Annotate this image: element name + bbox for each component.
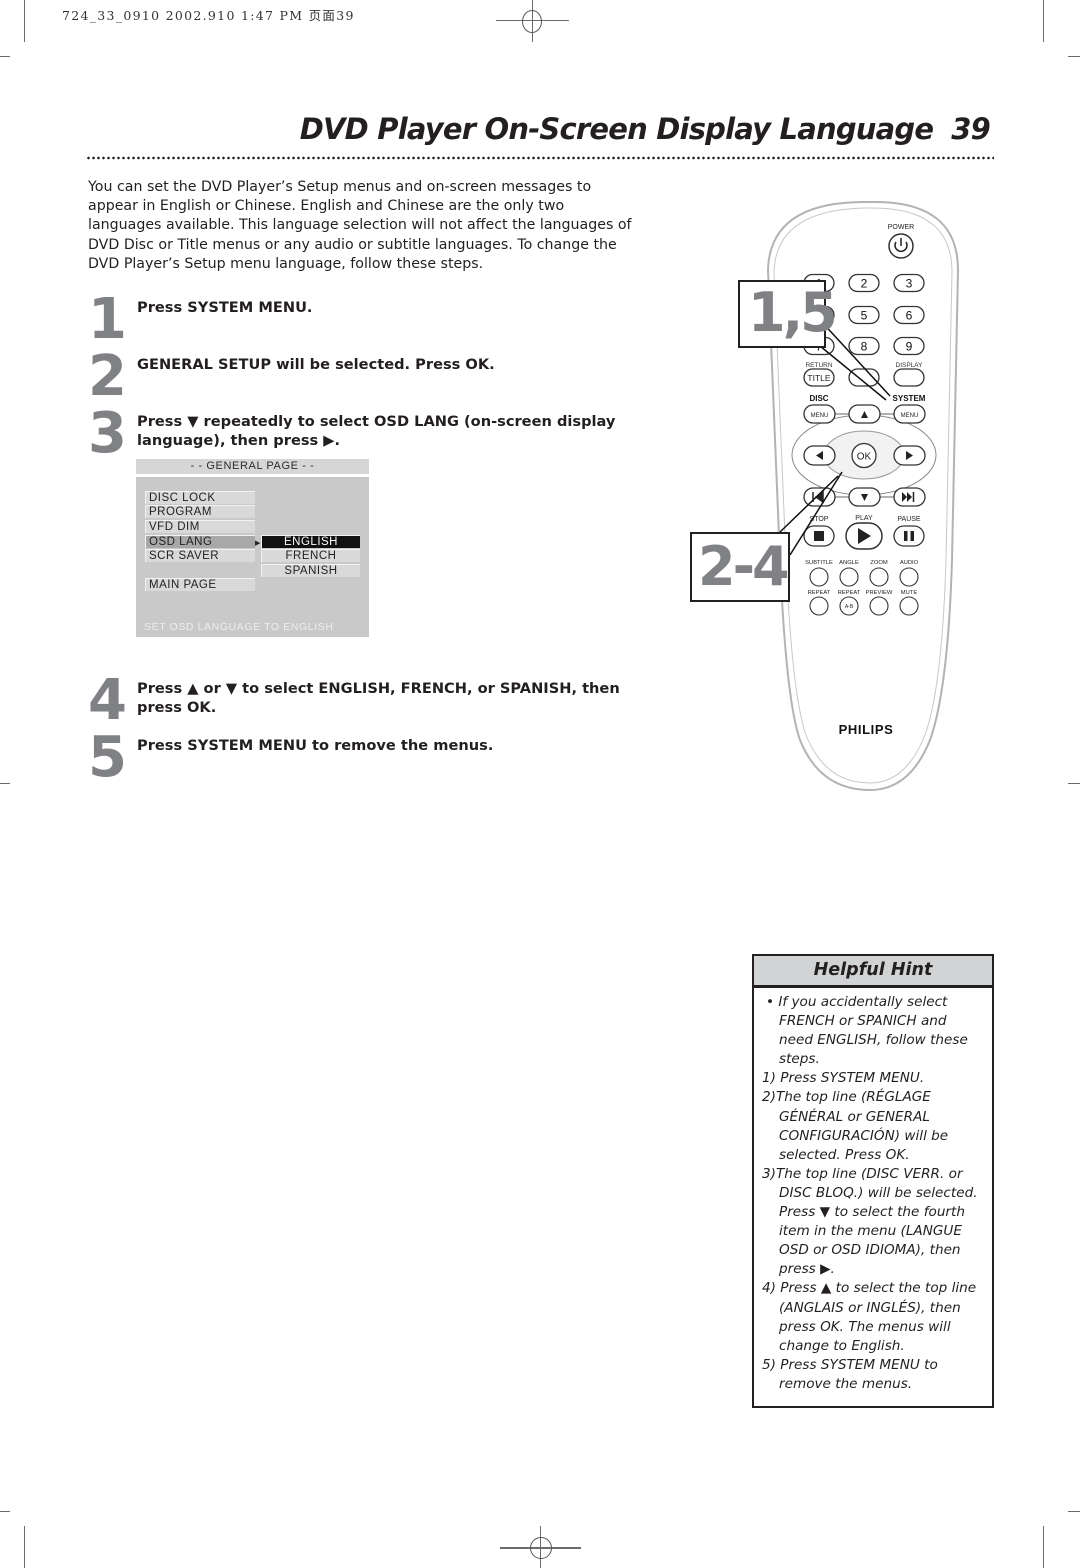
callout-steps-1-5: 1,5 [738, 280, 838, 348]
function-button-repeat-0 [809, 596, 829, 616]
crop-mark [1068, 1511, 1080, 1512]
display-button [893, 368, 925, 387]
step-number: 2 [88, 344, 127, 409]
step-number: 5 [88, 725, 127, 790]
hint-line: • If you accidentally select FRENCH or S… [766, 994, 968, 1068]
ab-label: A-B [845, 604, 854, 610]
page-title: DVD Player On-Screen Display Language 39 [299, 112, 991, 146]
osd-submenu-item[interactable]: SPANISH [261, 564, 360, 577]
print-slug: 724_33_0910 2002.910 1:47 PM 页面39 [62, 8, 355, 23]
step-text: GENERAL SETUP will be selected. Press OK… [137, 356, 495, 373]
osd-menu-item[interactable]: SCR SAVER [145, 549, 255, 562]
crop-mark [0, 783, 10, 784]
osd-header: - - GENERAL PAGE - - [136, 459, 369, 477]
callout-label: 1,5 [748, 281, 838, 344]
system-label: SYSTEM [893, 394, 926, 403]
osd-status-text: SET OSD LANGUAGE TO ENGLISH [144, 621, 334, 633]
step-text: Press ▼ repeatedly to select OSD LANG (o… [137, 413, 616, 450]
crop-mark [24, 0, 25, 42]
step-number: 4 [88, 668, 127, 733]
function-button-zoom [869, 567, 889, 587]
pause-label: PAUSE [897, 516, 921, 523]
dotted-rule [86, 156, 994, 160]
return-label: RETURN [805, 362, 832, 369]
osd-pointer-icon: ▶ [255, 540, 261, 547]
callout-steps-2-4: 2-4 [690, 532, 790, 602]
crop-mark [1068, 56, 1080, 57]
digit-label: 3 [906, 277, 913, 291]
pause-icon [904, 531, 908, 541]
function-label: PREVIEW [866, 590, 893, 596]
crop-mark [1068, 783, 1080, 784]
system-menu-label: MENU [901, 413, 919, 419]
hint-line: 2)The top line (RÉGLAGE GÉNÉRAL or GENER… [762, 1089, 949, 1163]
function-label: ANGLE [839, 560, 859, 566]
helpful-hint-box: Helpful Hint • If you accidentally selec… [752, 954, 994, 1408]
philips-logo: PHILIPS [839, 722, 894, 737]
step-text: Press SYSTEM MENU. [137, 299, 313, 316]
blank-button [848, 368, 880, 387]
hint-line: 3)The top line (DISC VERR. or DISC BLOQ.… [762, 1165, 978, 1278]
digit-label: 9 [906, 340, 913, 354]
step-text: Press SYSTEM MENU to remove the menus. [137, 737, 494, 754]
osd-menu-item[interactable]: DISC LOCK [145, 491, 255, 504]
digit-label: 2 [861, 277, 868, 291]
function-button-audio [899, 567, 919, 587]
helpful-hint-body: • If you accidentally select FRENCH or S… [754, 988, 992, 1394]
osd-menu-item[interactable]: PROGRAM [145, 505, 255, 518]
function-button-angle [839, 567, 859, 587]
page-number: 39 [951, 112, 991, 146]
digit-label: 8 [861, 340, 868, 354]
osd-menu-item[interactable]: VFD DIM [145, 520, 255, 533]
page-title-text: DVD Player On-Screen Display Language [299, 112, 934, 146]
step-number: 3 [88, 401, 127, 466]
crop-mark [1043, 0, 1044, 42]
function-button-mute-3 [899, 596, 919, 616]
hint-line: 1) Press SYSTEM MENU. [762, 1070, 925, 1087]
osd-menu-item-selected[interactable]: OSD LANG [145, 535, 255, 548]
crop-mark [0, 56, 10, 57]
remote-control-illustration: POWER 123456789 RETURN DISPLAY TITLE DIS… [766, 200, 960, 792]
crop-mark [0, 1511, 10, 1512]
disc-label: DISC [809, 394, 828, 403]
crop-mark [1043, 1526, 1044, 1568]
function-label: SUBTITLE [805, 560, 833, 566]
hint-line: 4) Press ▲ to select the top line (ANGLA… [762, 1280, 977, 1354]
crop-mark [24, 1526, 25, 1568]
step-text: Press ▲ or ▼ to select ENGLISH, FRENCH, … [137, 680, 620, 717]
stop-icon [814, 531, 824, 541]
function-button-subtitle [809, 567, 829, 587]
osd-submenu-item[interactable]: FRENCH [261, 549, 360, 562]
helpful-hint-title: Helpful Hint [754, 956, 992, 988]
ok-label: OK [857, 452, 872, 463]
function-label: MUTE [901, 590, 918, 596]
registration-circle [522, 10, 542, 33]
osd-menu-item[interactable]: MAIN PAGE [145, 578, 255, 591]
function-label: REPEAT [838, 590, 861, 596]
disc-menu-label: MENU [811, 413, 829, 419]
intro-paragraph: You can set the DVD Player’s Setup menus… [88, 179, 632, 272]
osd-submenu-item-selected[interactable]: ENGLISH [261, 535, 360, 548]
function-label: ZOOM [870, 560, 888, 566]
play-label: PLAY [855, 515, 873, 522]
callout-label: 2-4 [698, 535, 790, 598]
digit-label: 6 [906, 309, 913, 323]
step-number: 1 [88, 287, 127, 352]
function-label: AUDIO [900, 560, 919, 566]
function-label: REPEAT [808, 590, 831, 596]
function-button-preview-2 [869, 596, 889, 616]
title-button-label: TITLE [807, 373, 830, 383]
osd-screen: - - GENERAL PAGE - - DISC LOCK PROGRAM V… [136, 459, 369, 637]
power-label: POWER [888, 224, 914, 231]
pause-button [893, 525, 925, 547]
display-label: DISPLAY [896, 362, 924, 369]
registration-circle [530, 1537, 552, 1559]
digit-label: 5 [861, 309, 868, 323]
hint-line: 5) Press SYSTEM MENU to remove the menus… [762, 1356, 938, 1392]
